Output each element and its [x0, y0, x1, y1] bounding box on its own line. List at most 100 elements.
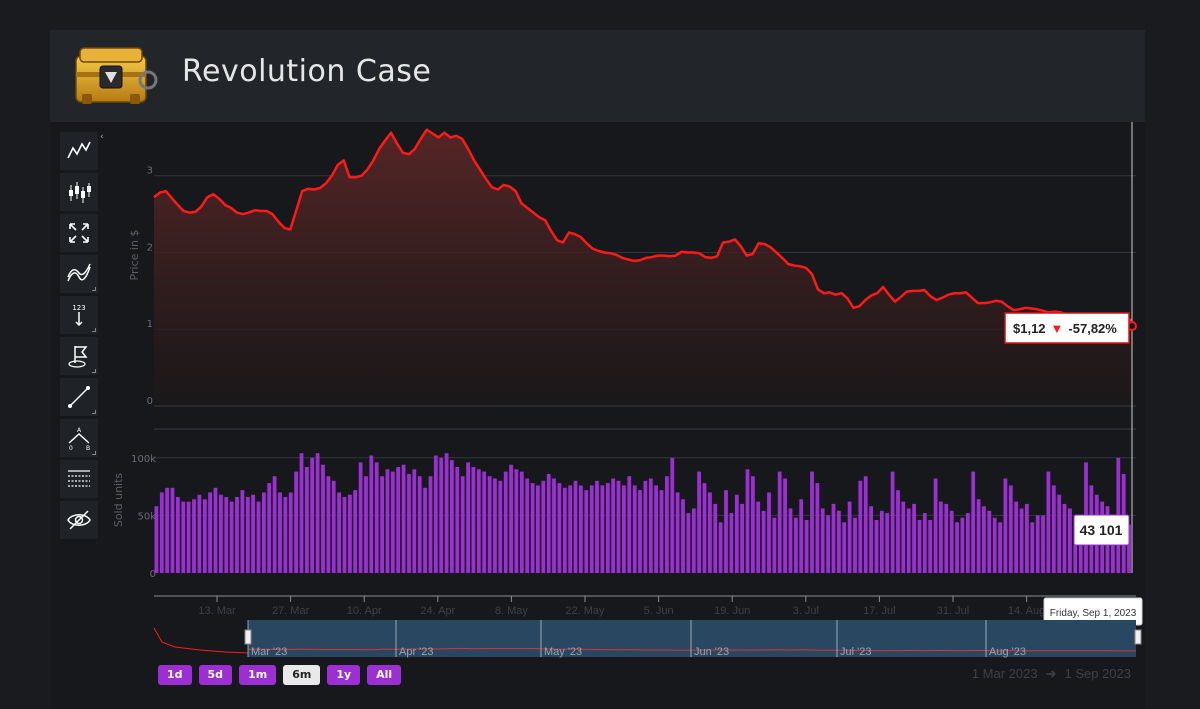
navigator-month-label: Aug '23 [989, 646, 1026, 658]
volume-bar [503, 471, 508, 573]
volume-bar [466, 462, 470, 573]
volume-bar [305, 467, 309, 573]
volume-bar [358, 462, 363, 573]
volume-bars [154, 453, 1131, 573]
range-button-5d[interactable]: 5d [198, 665, 233, 685]
volume-y-axis: 050k100k [131, 454, 156, 580]
volume-bar [815, 483, 820, 573]
price-last-label: $1,12 [1013, 321, 1046, 336]
volume-bar [224, 497, 229, 573]
volume-bar [595, 480, 599, 573]
range-button-all[interactable]: All [367, 665, 402, 685]
volume-bar [471, 467, 476, 573]
date-range-to: 1 Sep 2023 [1064, 666, 1131, 681]
volume-tick-label: 50k [137, 511, 156, 522]
volume-bar [820, 508, 825, 573]
volume-bar [294, 471, 298, 573]
volume-bar [509, 464, 513, 573]
volume-bar [326, 476, 331, 573]
navigator-right-handle[interactable] [1134, 629, 1142, 645]
volume-bar [154, 506, 159, 573]
x-tick-label: 10. Apr [347, 605, 382, 617]
volume-bar [638, 490, 642, 573]
volume-bar [879, 510, 884, 573]
volume-bar [987, 510, 992, 573]
price-y-axis: 0 1 2 3 [147, 166, 153, 407]
x-tick-label: 13. Mar [198, 605, 236, 617]
volume-bar [772, 517, 777, 573]
volume-bar [837, 510, 841, 573]
volume-bar [444, 453, 449, 573]
volume-bar [235, 497, 239, 573]
volume-bar [697, 471, 701, 573]
volume-bar [998, 522, 1002, 573]
volume-bar [971, 471, 976, 573]
volume-bar [922, 513, 927, 573]
x-tick-label: 27. Mar [272, 605, 310, 617]
volume-bar [530, 483, 535, 573]
volume-bar [433, 455, 438, 573]
volume-bar [794, 517, 798, 573]
volume-bar [896, 490, 900, 573]
volume-bar [611, 478, 616, 573]
volume-bar [417, 476, 422, 573]
volume-bar [460, 476, 465, 573]
volume-bar [170, 487, 175, 573]
range-button-1m[interactable]: 1m [239, 665, 277, 685]
range-button-6m[interactable]: 6m [283, 665, 321, 685]
volume-bar [1025, 503, 1029, 573]
volume-bar [831, 503, 836, 573]
volume-bar [589, 485, 594, 573]
volume-bar [482, 471, 487, 573]
volume-bar [665, 476, 669, 573]
volume-bar [804, 520, 809, 573]
volume-bar [901, 501, 906, 573]
volume-bar [380, 476, 384, 573]
volume-bar [847, 501, 852, 573]
volume-bar [229, 501, 234, 573]
volume-bar [288, 492, 293, 573]
volume-bar [756, 501, 761, 573]
date-tooltip-label: Friday, Sep 1, 2023 [1050, 608, 1137, 619]
volume-bar [369, 455, 374, 573]
volume-bar [562, 487, 567, 573]
navigator-month-label: May '23 [544, 646, 582, 658]
volume-bar [272, 476, 277, 573]
volume-bar [632, 485, 637, 573]
volume-bar [648, 478, 653, 573]
volume-bar [605, 483, 610, 573]
volume-bar [858, 480, 863, 573]
price-change-arrow: ▼ [1051, 321, 1064, 336]
x-tick-label: 31. Jul [937, 605, 969, 617]
range-button-1y[interactable]: 1y [327, 665, 361, 685]
volume-bar [745, 469, 750, 573]
navigator-left-handle[interactable] [244, 629, 252, 645]
volume-bar [788, 508, 793, 573]
volume-bar [573, 480, 578, 573]
volume-bar [251, 494, 255, 573]
volume-bar [331, 480, 336, 573]
volume-bar [541, 480, 546, 573]
volume-bar [777, 471, 782, 573]
volume-bar [853, 517, 857, 573]
volume-bar [208, 492, 212, 573]
volume-bar [810, 471, 814, 573]
volume-tick-label: 100k [131, 454, 156, 465]
x-tick-label: 8. May [495, 605, 529, 617]
volume-bar [708, 492, 712, 573]
x-tick-label: 17. Jul [863, 605, 895, 617]
volume-bar [245, 497, 250, 573]
volume-bar [568, 485, 573, 573]
range-button-1d[interactable]: 1d [158, 665, 192, 685]
volume-bar [493, 478, 497, 573]
volume-bar [439, 457, 444, 573]
volume-bar [337, 492, 341, 573]
volume-bar [197, 494, 202, 573]
volume-bar [584, 490, 589, 573]
volume-bar [670, 457, 675, 573]
date-range-arrow-icon: ➜ [1045, 666, 1057, 681]
x-tick-label: 5. Jun [644, 605, 674, 617]
volume-bar [1051, 485, 1056, 573]
price-tick-label: 0 [147, 396, 153, 407]
volume-bar [1062, 503, 1067, 573]
